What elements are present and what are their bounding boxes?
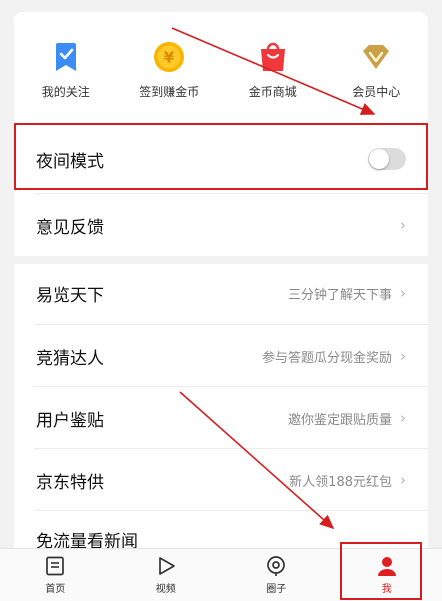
divider: [14, 124, 428, 125]
menu-item-label: 竞猜达人: [36, 344, 262, 369]
menu-item-quiz[interactable]: 竞猜达人 参与答题瓜分现金奖励 ›: [14, 325, 428, 387]
tab-circle[interactable]: 圈子: [221, 549, 332, 601]
svg-text:¥: ¥: [164, 49, 175, 67]
menu-item-label: 易览天下: [36, 281, 288, 306]
menu-item-subtitle: 邀你鉴定跟贴质量: [288, 409, 392, 428]
quick-action-mall[interactable]: 金币商城: [221, 12, 325, 120]
menu-item-subtitle: 新人领188元红包: [289, 471, 392, 490]
feedback-label: 意见反馈: [36, 213, 400, 238]
menu-item-subtitle: 三分钟了解天下事: [288, 284, 392, 303]
tab-home[interactable]: 首页: [0, 549, 111, 601]
vip-diamond-icon: [359, 40, 393, 74]
menu-item-subtitle: 参与答题瓜分现金奖励: [262, 347, 392, 366]
chevron-right-icon: ›: [400, 409, 406, 427]
night-mode-label: 夜间模式: [36, 147, 368, 172]
bookmark-icon: [49, 40, 83, 74]
tab-label: 圈子: [266, 580, 286, 595]
play-icon: [155, 555, 177, 577]
quick-action-checkin[interactable]: ¥ 签到赚金币: [118, 12, 222, 120]
quick-action-label: 签到赚金币: [139, 83, 199, 100]
tab-label: 视频: [156, 580, 176, 595]
chevron-right-icon: ›: [400, 284, 406, 302]
menu-item-review[interactable]: 用户鉴贴 邀你鉴定跟贴质量 ›: [14, 387, 428, 449]
quick-action-follow[interactable]: 我的关注: [14, 12, 118, 120]
quick-action-label: 金币商城: [249, 83, 297, 100]
feedback-row[interactable]: 意见反馈 ›: [14, 194, 428, 256]
quick-actions: 我的关注 ¥ 签到赚金币 金币商城 会员中心: [14, 12, 428, 120]
quick-action-label: 我的关注: [42, 83, 90, 100]
shopping-bag-icon: [256, 40, 290, 74]
menu-item-label: 用户鉴贴: [36, 406, 288, 431]
menu-item-yilan[interactable]: 易览天下 三分钟了解天下事 ›: [14, 262, 428, 324]
bottom-tab-bar: 首页 视频 圈子 我: [0, 548, 442, 601]
tab-me[interactable]: 我: [332, 549, 442, 601]
home-doc-icon: [44, 555, 66, 577]
tab-video[interactable]: 视频: [111, 549, 222, 601]
night-mode-row[interactable]: 夜间模式: [14, 128, 428, 190]
tab-label: 首页: [45, 580, 65, 595]
chevron-right-icon: ›: [400, 347, 406, 365]
menu-item-jd[interactable]: 京东特供 新人领188元红包 ›: [14, 449, 428, 511]
chevron-right-icon: ›: [400, 216, 406, 234]
quick-action-vip[interactable]: 会员中心: [325, 12, 429, 120]
tab-label: 我: [382, 580, 392, 595]
user-icon: [376, 555, 398, 577]
circle-pin-icon: [265, 555, 287, 577]
gold-coin-icon: ¥: [152, 40, 186, 74]
quick-action-label: 会员中心: [352, 83, 400, 100]
menu-item-label: 京东特供: [36, 468, 289, 493]
toggle-knob: [369, 149, 389, 169]
chevron-right-icon: ›: [400, 471, 406, 489]
night-mode-toggle[interactable]: [368, 148, 406, 170]
